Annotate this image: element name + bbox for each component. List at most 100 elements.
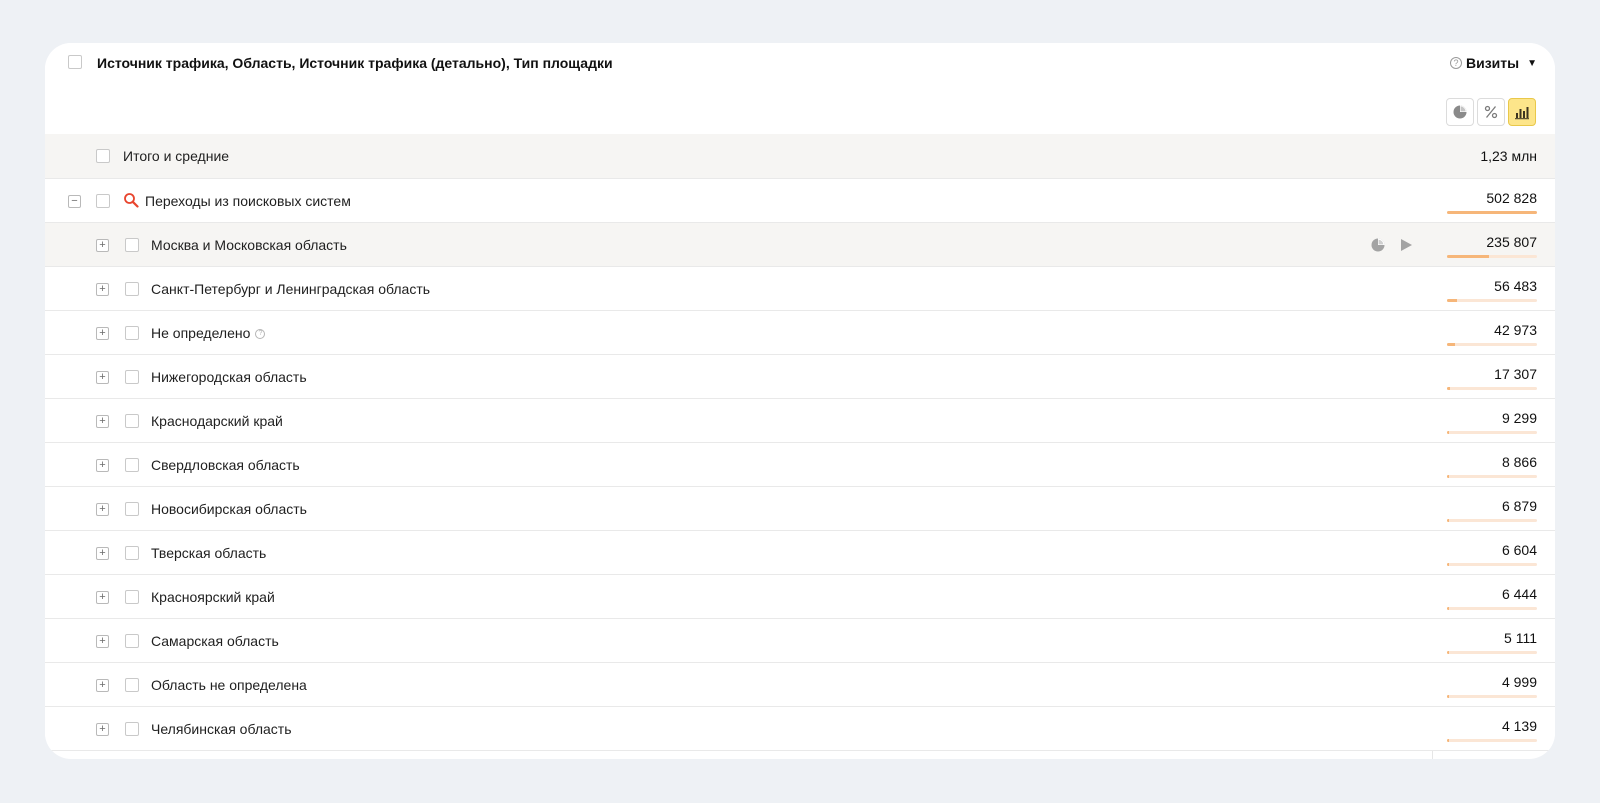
row-checkbox[interactable] <box>125 634 139 648</box>
row-label[interactable]: Санкт-Петербург и Ленинградская область <box>151 280 430 298</box>
row-value: 235 807 <box>1486 234 1537 250</box>
row-value: 6 604 <box>1501 542 1537 558</box>
table-row[interactable]: + Не определено? 42 973 <box>45 311 1555 355</box>
row-bar-fill <box>1447 739 1449 742</box>
expand-button[interactable]: + <box>96 283 109 296</box>
row-label-text: Область не определена <box>151 677 307 693</box>
row-value: 4 139 <box>1501 718 1537 734</box>
group-checkbox[interactable] <box>96 194 110 208</box>
table-body: Итого и средние 1,23 млн − Переходы из п… <box>45 134 1555 751</box>
row-checkbox[interactable] <box>125 502 139 516</box>
row-checkbox[interactable] <box>125 458 139 472</box>
row-label[interactable]: Не определено? <box>151 324 266 342</box>
row-bar <box>1447 563 1537 566</box>
row-bar-fill <box>1447 299 1458 302</box>
collapse-button[interactable]: − <box>68 195 81 208</box>
table-row[interactable]: + Самарская область 5 111 <box>45 619 1555 663</box>
group-bar-fill <box>1447 211 1537 214</box>
pie-chart-icon <box>1453 105 1467 119</box>
table-row[interactable]: + Тверская область 6 604 <box>45 531 1555 575</box>
help-icon[interactable]: ? <box>1450 57 1462 69</box>
table-row[interactable]: + Свердловская область 8 866 <box>45 443 1555 487</box>
row-label[interactable]: Область не определена <box>151 676 307 694</box>
row-label-text: Москва и Московская область <box>151 237 347 253</box>
sort-caret-icon[interactable]: ▼ <box>1527 58 1537 69</box>
row-label[interactable]: Москва и Московская область <box>151 236 347 254</box>
select-all-checkbox[interactable] <box>68 55 82 69</box>
row-value: 5 111 <box>1504 630 1537 646</box>
row-bar-fill <box>1447 563 1449 566</box>
help-icon[interactable]: ? <box>255 329 266 340</box>
percent-icon <box>1484 105 1498 119</box>
row-checkbox[interactable] <box>125 678 139 692</box>
row-label[interactable]: Краснодарский край <box>151 412 283 430</box>
row-bar <box>1447 651 1537 654</box>
table-row[interactable]: + Краснодарский край 9 299 <box>45 399 1555 443</box>
expand-button[interactable]: + <box>96 547 109 560</box>
group-row-search[interactable]: − Переходы из поисковых систем 502 828 <box>45 179 1555 223</box>
row-label[interactable]: Новосибирская область <box>151 500 307 518</box>
row-bar <box>1447 299 1537 302</box>
row-checkbox[interactable] <box>125 370 139 384</box>
row-label-text: Санкт-Петербург и Ленинградская область <box>151 281 431 297</box>
row-checkbox[interactable] <box>125 282 139 296</box>
table-row[interactable]: + Челябинская область 4 139 <box>45 707 1555 751</box>
row-checkbox[interactable] <box>125 414 139 428</box>
row-checkbox[interactable] <box>125 722 139 736</box>
row-label[interactable]: Самарская область <box>151 632 279 650</box>
row-value: 8 866 <box>1501 454 1537 470</box>
table-row[interactable]: + Красноярский край 6 444 <box>45 575 1555 619</box>
region-rows: + Москва и Московская область 235 807 + Санк… <box>45 223 1555 751</box>
row-checkbox[interactable] <box>125 238 139 252</box>
row-bar <box>1447 387 1537 390</box>
row-label[interactable]: Нижегородская область <box>151 368 307 386</box>
expand-button[interactable]: + <box>96 459 109 472</box>
row-label-text: Свердловская область <box>151 457 300 473</box>
row-label[interactable]: Тверская область <box>151 544 266 562</box>
expand-button[interactable]: + <box>96 635 109 648</box>
expand-button[interactable]: + <box>96 723 109 736</box>
row-bar <box>1447 607 1537 610</box>
row-bar-fill <box>1447 387 1451 390</box>
expand-button[interactable]: + <box>96 239 109 252</box>
expand-button[interactable]: + <box>96 371 109 384</box>
group-bar <box>1447 211 1537 214</box>
row-checkbox[interactable] <box>125 546 139 560</box>
row-label[interactable]: Челябинская область <box>151 720 292 738</box>
row-label-text: Краснодарский край <box>151 413 283 429</box>
expand-button[interactable]: + <box>96 503 109 516</box>
row-checkbox[interactable] <box>125 590 139 604</box>
table-row[interactable]: + Область не определена 4 999 <box>45 663 1555 707</box>
row-label[interactable]: Красноярский край <box>151 588 275 606</box>
percent-view-button[interactable] <box>1477 98 1505 126</box>
row-bar <box>1447 695 1537 698</box>
row-bar-fill <box>1447 343 1455 346</box>
row-bar <box>1447 431 1537 434</box>
row-label-text: Не определено <box>151 325 251 341</box>
group-label[interactable]: Переходы из поисковых систем <box>145 192 351 210</box>
grouping-title[interactable]: Источник трафика, Область, Источник траф… <box>97 54 613 72</box>
table-row[interactable]: + Санкт-Петербург и Ленинградская область… <box>45 267 1555 311</box>
row-label-text: Нижегородская область <box>151 369 307 385</box>
expand-button[interactable]: + <box>96 327 109 340</box>
row-checkbox[interactable] <box>125 326 139 340</box>
table-row[interactable]: + Москва и Московская область 235 807 <box>45 223 1555 267</box>
totals-label: Итого и средние <box>123 148 230 164</box>
totals-checkbox[interactable] <box>96 149 110 163</box>
row-label[interactable]: Свердловская область <box>151 456 300 474</box>
expand-button[interactable]: + <box>96 591 109 604</box>
row-value: 6 879 <box>1501 498 1537 514</box>
totals-value: 1,23 млн <box>1480 148 1537 164</box>
row-bar <box>1447 255 1537 258</box>
metric-column-header[interactable]: ? Визиты ▼ <box>1450 53 1542 73</box>
pie-chart-icon[interactable] <box>1370 237 1386 253</box>
row-label-text: Тверская область <box>151 545 267 561</box>
expand-button[interactable]: + <box>96 415 109 428</box>
pie-view-button[interactable] <box>1446 98 1474 126</box>
metric-label: Визиты <box>1466 55 1520 71</box>
table-row[interactable]: + Нижегородская область 17 307 <box>45 355 1555 399</box>
play-icon[interactable] <box>1398 237 1414 253</box>
table-row[interactable]: + Новосибирская область 6 879 <box>45 487 1555 531</box>
expand-button[interactable]: + <box>96 679 109 692</box>
bar-view-button[interactable] <box>1508 98 1536 126</box>
